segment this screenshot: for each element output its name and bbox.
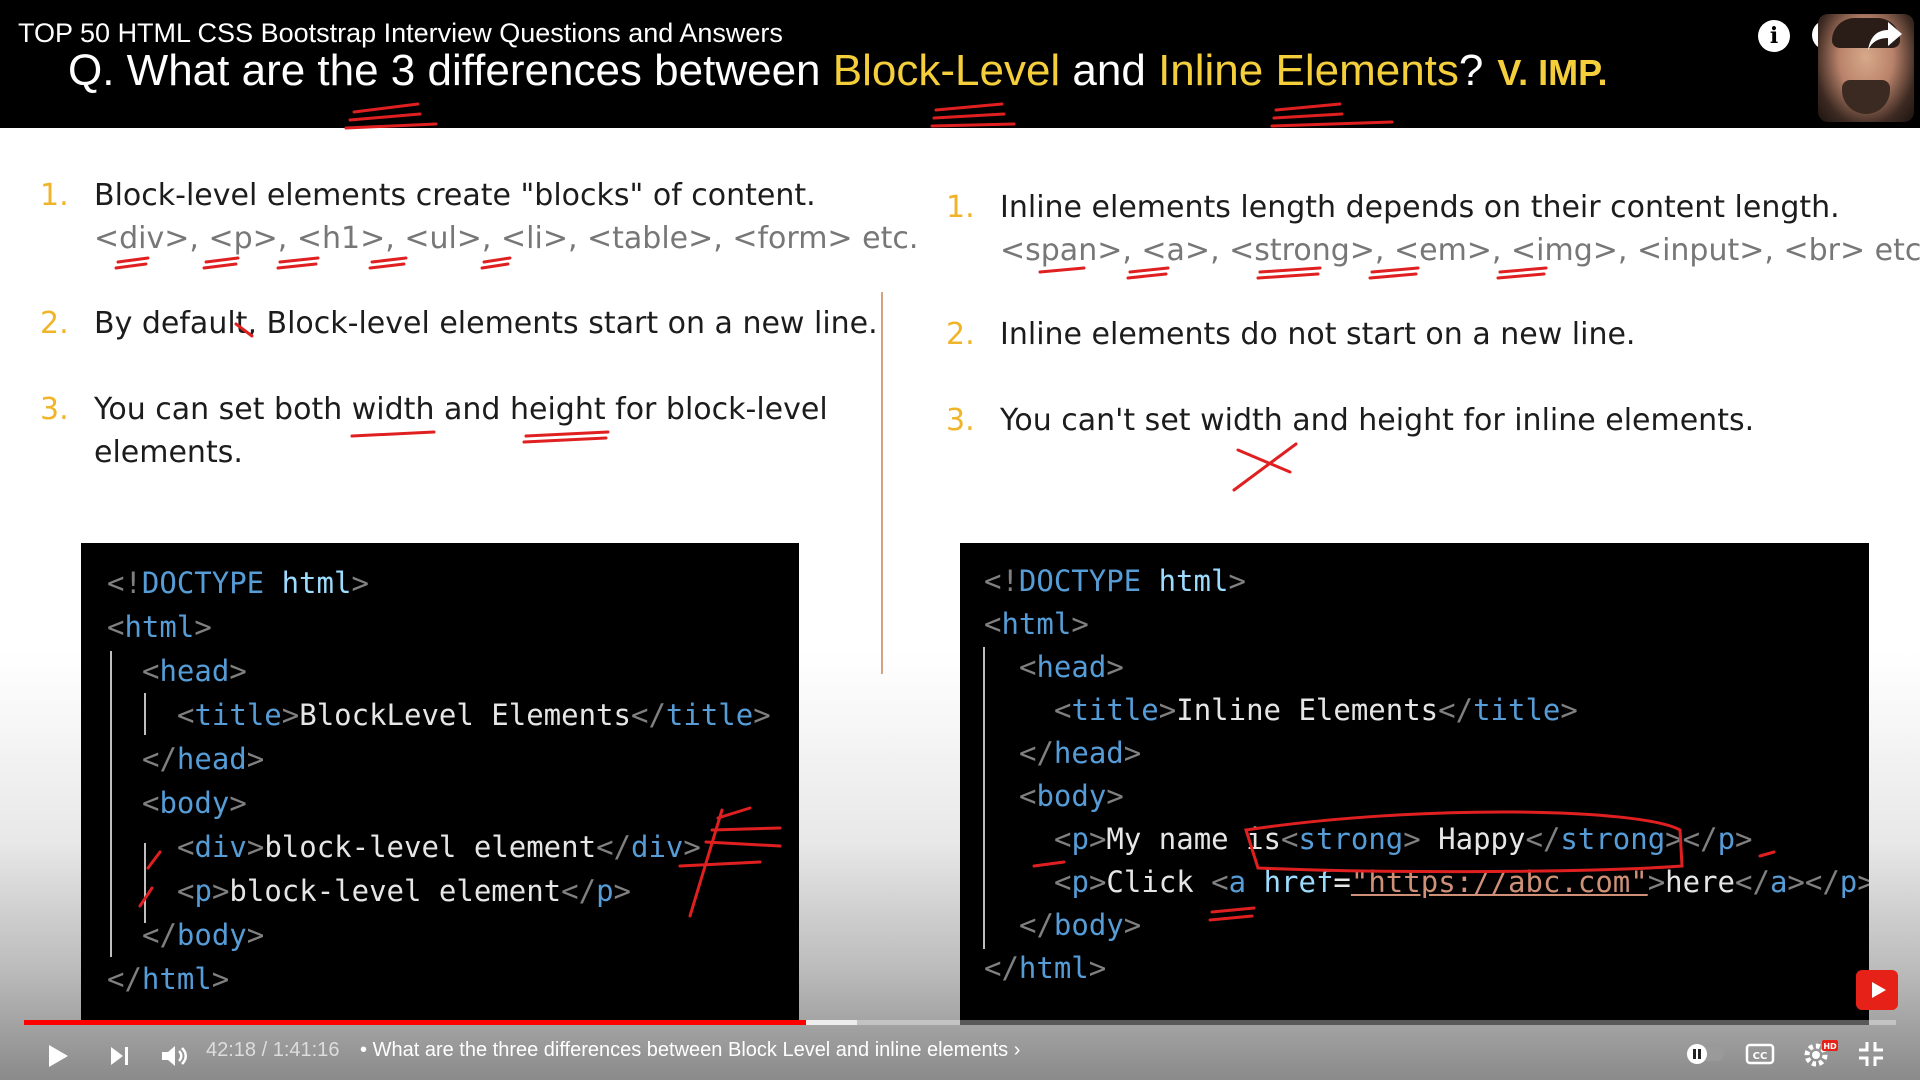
point-examples: <span>, <a>, <strong>, <em>, <img>, <inp… [1000,233,1920,268]
code-head-close: </head> [1019,736,1142,770]
block-level-code-example: <!DOCTYPE html> <html> <head> <title>Blo… [81,543,799,1025]
subscribe-icon[interactable] [1856,970,1898,1010]
question-term-inline: Inline Elements [1158,46,1459,95]
exit-fullscreen-icon[interactable] [1856,1040,1886,1068]
code-html-open: <html> [984,607,1089,641]
right-point-2: 2. Inline elements do not start on a new… [946,313,1906,358]
code-title: <title>Inline Elements</title> [1054,693,1578,727]
left-point-2: 2. By default, Block-level elements star… [40,302,880,347]
code-head-open: <head> [142,654,247,688]
play-icon[interactable] [44,1042,72,1070]
question-prefix: Q. What are the 3 differences between [68,46,833,95]
progress-played[interactable] [24,1020,807,1025]
autoplay-toggle-icon[interactable] [1684,1042,1726,1066]
point-number: 2. [40,306,69,341]
point-text: Inline elements length depends on their … [1000,190,1840,225]
question-middle: and [1060,46,1159,95]
next-icon[interactable] [106,1042,134,1070]
code-p-line: <p>block-level element</p> [177,874,631,908]
code-body-close: </body> [1019,908,1142,942]
point-text: Inline elements do not start on a new li… [1000,317,1636,352]
code-p-strong-line: <p>My name is<strong> Happy</strong></p> [1054,822,1753,856]
importance-label: V. IMP. [1497,52,1608,93]
inline-code-example: <!DOCTYPE html> <html> <head> <title>Inl… [960,543,1869,1025]
code-head-open: <head> [1019,650,1124,684]
code-doctype: <!DOCTYPE html> [984,564,1246,598]
svg-text:CC: CC [1753,1051,1768,1062]
code-head-close: </head> [142,742,265,776]
svg-text:HD: HD [1823,1042,1837,1051]
point-text: You can set both width and height for bl… [94,392,828,427]
point-examples: <div>, <p>, <h1>, <ul>, <li>, <table>, <… [94,221,919,256]
code-html-close: </html> [107,962,230,996]
column-divider [881,292,883,674]
slide-question: Q. What are the 3 differences between Bl… [68,46,1607,96]
point-number: 1. [40,178,69,213]
point-text: Block-level elements create "blocks" of … [94,178,816,213]
volume-icon[interactable] [158,1042,190,1070]
share-icon[interactable] [1866,18,1906,54]
progress-buffered [806,1020,858,1025]
left-point-3: 3. You can set both width and height for… [40,388,860,478]
info-icon[interactable]: i [1758,20,1790,52]
point-text: By default, Block-level elements start o… [94,306,878,341]
code-p-link-line: <p>Click <a href="https://abc.com">here<… [1054,865,1869,899]
captions-icon[interactable]: CC [1744,1042,1776,1066]
right-point-3: 3. You can't set width and height for in… [946,399,1906,444]
point-number: 1. [946,190,975,225]
code-title: <title>BlockLevel Elements</title> [177,698,771,732]
code-body-close: </body> [142,918,265,952]
question-term-block: Block-Level [832,46,1061,95]
settings-icon[interactable]: HD [1800,1038,1840,1068]
code-div-line: <div>block-level element</div> [177,830,701,864]
video-top-bar: TOP 50 HTML CSS Bootstrap Interview Ques… [0,0,1920,128]
point-text: You can't set width and height for inlin… [1000,403,1755,438]
code-doctype: <!DOCTYPE html> [107,566,369,600]
chapter-title[interactable]: • What are the three differences between… [360,1039,1020,1062]
code-html-open: <html> [107,610,212,644]
right-point-1: 1. Inline elements length depends on the… [946,186,1920,276]
code-body-open: <body> [142,786,247,820]
time-display: 42:18 / 1:41:16 [206,1039,340,1061]
left-point-1: 1. Block-level elements create "blocks" … [40,174,918,264]
point-number: 3. [946,403,975,438]
question-suffix: ? [1458,46,1484,95]
code-body-open: <body> [1019,779,1124,813]
point-continuation: elements. [94,435,243,470]
point-number: 3. [40,392,69,427]
video-title[interactable]: TOP 50 HTML CSS Bootstrap Interview Ques… [18,18,783,49]
point-number: 2. [946,317,975,352]
code-html-close: </html> [984,951,1107,985]
